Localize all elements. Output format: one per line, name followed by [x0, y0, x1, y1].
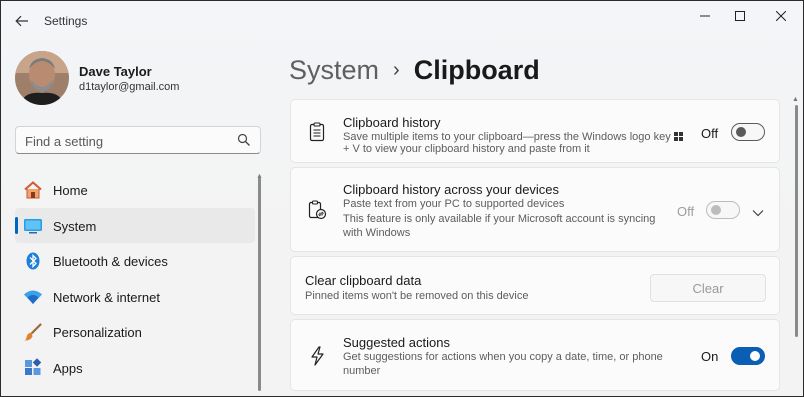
- toggle-state-label: Off: [677, 204, 695, 219]
- setting-description-line3: with Windows: [343, 227, 411, 239]
- sidebar-item-label: Personalization: [53, 325, 142, 340]
- clipboard-sync-icon: [307, 200, 327, 220]
- maximize-button[interactable]: [722, 5, 758, 27]
- user-name: Dave Taylor: [79, 64, 152, 79]
- search-input[interactable]: Find a setting: [15, 126, 261, 154]
- setting-title: Clipboard history: [343, 115, 441, 130]
- search-icon: [237, 133, 250, 146]
- setting-description-line2: + V to view your clipboard history and p…: [343, 143, 590, 155]
- toggle-state-label: Off: [701, 126, 719, 141]
- sidebar-scrollbar[interactable]: [258, 177, 261, 391]
- wifi-icon: [23, 287, 43, 307]
- sidebar-item-bluetooth[interactable]: Bluetooth & devices: [15, 243, 255, 279]
- setting-description-line1: Get suggestions for actions when you cop…: [343, 351, 663, 363]
- sidebar-nav: Home System Bluetooth & devices Network …: [15, 172, 255, 385]
- setting-title: Suggested actions: [343, 335, 450, 350]
- sidebar-item-label: Bluetooth & devices: [53, 254, 168, 269]
- setting-description-line2: number: [343, 365, 381, 377]
- breadcrumb-parent[interactable]: System: [289, 55, 379, 86]
- bluetooth-icon: [23, 251, 43, 271]
- back-arrow-icon: [15, 15, 28, 27]
- search-placeholder: Find a setting: [25, 134, 104, 149]
- sidebar-item-home[interactable]: Home: [15, 172, 255, 208]
- sidebar-item-label: Network & internet: [53, 289, 160, 305]
- sidebar-item-label: System: [53, 218, 97, 234]
- maximize-icon: [735, 11, 745, 21]
- clipboard-sync-toggle[interactable]: [706, 201, 740, 219]
- page-title: Clipboard: [413, 54, 540, 85]
- clipboard-sync-card: Clipboard history across your devices Pa…: [290, 167, 780, 252]
- title-bar: Settings: [1, 1, 803, 41]
- avatar[interactable]: [15, 51, 69, 105]
- chevron-down-icon[interactable]: [752, 204, 764, 222]
- settings-window: Settings Dave Taylor d1taylor@gmail.com …: [0, 0, 804, 397]
- sidebar-item-label: Home: [53, 183, 88, 198]
- setting-title: Clear clipboard data: [305, 273, 422, 288]
- active-indicator: [15, 216, 18, 234]
- suggested-actions-toggle[interactable]: [731, 347, 765, 365]
- setting-description: Pinned items won't be removed on this de…: [305, 290, 529, 302]
- sidebar-item-personalization[interactable]: Personalization: [15, 314, 255, 350]
- breadcrumb-separator: ›: [393, 58, 400, 81]
- content-scroll-up-arrow[interactable]: ▲: [792, 96, 799, 103]
- toggle-state-label: On: [701, 349, 719, 364]
- system-icon: [23, 216, 43, 236]
- sidebar-item-system[interactable]: System: [15, 207, 255, 243]
- clipboard-history-toggle[interactable]: [731, 123, 765, 141]
- app-title: Settings: [44, 14, 88, 28]
- lightning-icon: [307, 346, 327, 366]
- sidebar-item-apps[interactable]: Apps: [15, 350, 255, 386]
- clear-clipboard-card: Clear clipboard data Pinned items won't …: [290, 256, 780, 315]
- back-button[interactable]: [11, 10, 33, 32]
- clipboard-history-card: Clipboard history Save multiple items to…: [290, 99, 780, 163]
- close-icon: [776, 11, 786, 21]
- sidebar-item-label: Apps: [53, 360, 83, 376]
- content-scrollbar[interactable]: [795, 105, 798, 337]
- clipboard-icon: [307, 122, 327, 142]
- brush-icon: [23, 322, 43, 342]
- close-button[interactable]: [763, 5, 799, 27]
- breadcrumb: System › Clipboard: [289, 50, 540, 90]
- sidebar-item-network[interactable]: Network & internet: [15, 279, 255, 315]
- minimize-icon: [700, 15, 710, 17]
- home-icon: [23, 180, 43, 200]
- apps-icon: [23, 357, 43, 378]
- suggested-actions-card: Suggested actions Get suggestions for ac…: [290, 319, 780, 391]
- setting-title: Clipboard history across your devices: [343, 182, 560, 197]
- windows-logo-icon: [673, 132, 683, 141]
- minimize-button[interactable]: [687, 5, 723, 27]
- clear-button[interactable]: Clear: [650, 274, 766, 302]
- user-email: d1taylor@gmail.com: [79, 81, 180, 93]
- setting-description-line1: Paste text from your PC to supported dev…: [343, 198, 565, 210]
- setting-description-line2: This feature is only available if your M…: [343, 213, 656, 225]
